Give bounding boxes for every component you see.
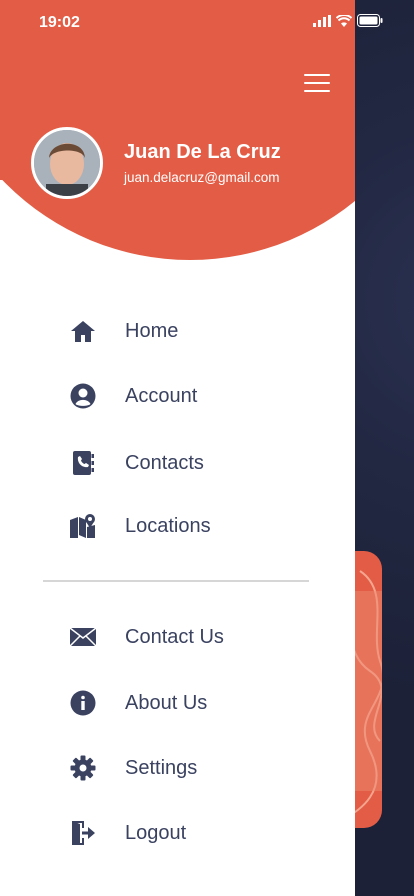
menu-item-label: Account bbox=[125, 384, 198, 407]
menu-item-label: Locations bbox=[125, 514, 211, 537]
menu-item-label: Home bbox=[125, 319, 179, 342]
divider bbox=[43, 580, 309, 582]
menu-item-locations[interactable]: Locations bbox=[0, 501, 355, 551]
home-icon bbox=[68, 316, 98, 346]
menu-icon[interactable] bbox=[304, 74, 330, 94]
menu-item-label: Settings bbox=[125, 756, 198, 779]
menu-item-label: Contact Us bbox=[125, 625, 224, 648]
user-email: juan.delacruz@gmail.com bbox=[124, 170, 280, 185]
wifi-icon bbox=[335, 14, 353, 32]
menu-item-home[interactable]: Home bbox=[0, 306, 355, 356]
map-pin-icon bbox=[68, 511, 98, 541]
menu-item-label: Logout bbox=[125, 821, 187, 844]
gear-icon bbox=[68, 753, 98, 783]
contacts-book-icon bbox=[68, 448, 98, 478]
info-icon bbox=[68, 688, 98, 718]
logout-icon bbox=[68, 818, 98, 848]
navigation-drawer: 19:02 Juan De La Cruz juan.delacruz@gmai… bbox=[0, 0, 355, 896]
avatar[interactable] bbox=[31, 127, 103, 199]
battery-icon bbox=[357, 14, 383, 32]
signal-icon bbox=[313, 14, 331, 32]
menu-item-contact-us[interactable]: Contact Us bbox=[0, 612, 355, 662]
envelope-icon bbox=[68, 622, 98, 652]
menu-item-label: Contacts bbox=[125, 451, 204, 474]
menu-item-account[interactable]: Account bbox=[0, 371, 355, 421]
menu-item-settings[interactable]: Settings bbox=[0, 743, 355, 793]
menu-item-about-us[interactable]: About Us bbox=[0, 678, 355, 728]
status-time: 19:02 bbox=[39, 14, 80, 31]
user-name: Juan De La Cruz bbox=[124, 141, 281, 163]
menu-item-label: About Us bbox=[125, 691, 208, 714]
account-icon bbox=[68, 381, 98, 411]
menu-item-contacts[interactable]: Contacts bbox=[0, 438, 355, 488]
status-icons bbox=[313, 14, 383, 32]
menu-item-logout[interactable]: Logout bbox=[0, 808, 355, 858]
